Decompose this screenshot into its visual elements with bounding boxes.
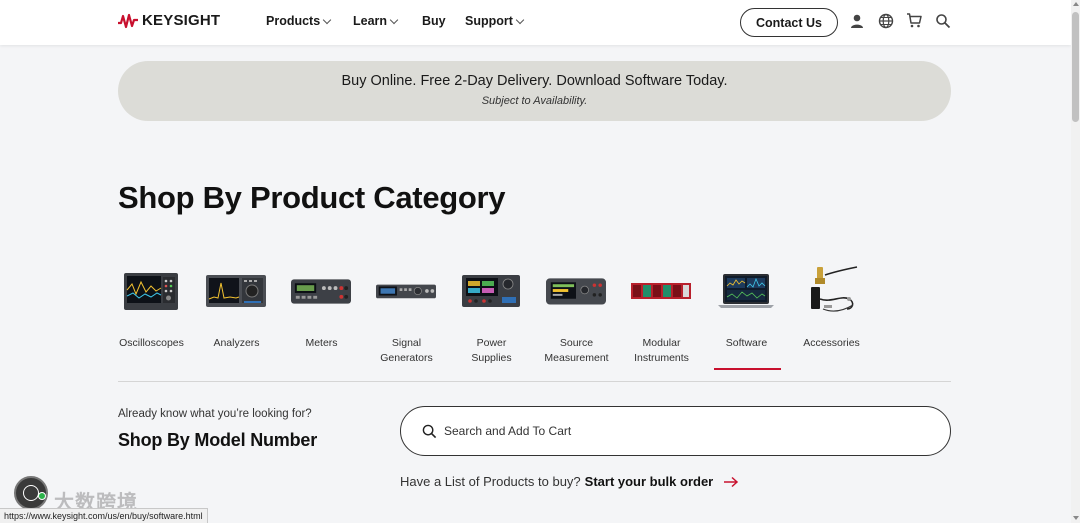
chevron-down-icon — [322, 15, 332, 24]
contact-us-button[interactable]: Contact Us — [740, 8, 838, 37]
category-label: Modular Instruments — [634, 337, 689, 364]
cart-icon[interactable] — [906, 12, 922, 28]
category-analyzers[interactable]: Analyzers — [194, 262, 279, 372]
bulk-order-row: Have a List of Products to buy? Start yo… — [400, 474, 739, 489]
accessories-image — [801, 266, 861, 316]
page-scrollbar[interactable] — [1071, 0, 1080, 523]
accessibility-icon — [23, 485, 39, 501]
analyzer-image — [206, 266, 266, 316]
software-laptop-image — [716, 266, 776, 316]
modular-instrument-image — [631, 266, 691, 316]
site-header: KEYSIGHT Products Learn Buy Support Cont… — [0, 0, 1071, 45]
category-label: Signal Generators — [380, 337, 433, 364]
page-title: Shop By Product Category — [118, 180, 506, 215]
nav-buy[interactable]: Buy — [422, 14, 446, 28]
chevron-down-icon — [389, 15, 399, 24]
nav-support[interactable]: Support — [465, 14, 525, 28]
bulk-order-link[interactable]: Start your bulk order — [585, 474, 714, 489]
keysight-logo[interactable]: KEYSIGHT — [118, 12, 220, 29]
category-label: Source Measurement — [544, 337, 609, 364]
scroll-thumb[interactable] — [1072, 12, 1079, 122]
scroll-down-arrow-icon[interactable] — [1073, 516, 1079, 520]
category-list: Oscilloscopes Analyzers Meters Signal Ge… — [109, 262, 959, 372]
category-power-supplies[interactable]: Power Supplies — [449, 262, 534, 372]
nav-learn[interactable]: Learn — [353, 14, 399, 28]
main-nav: Products Learn Buy Support — [266, 14, 525, 28]
model-search-input[interactable] — [444, 422, 924, 440]
category-source-measurement[interactable]: Source Measurement — [534, 262, 619, 372]
section-divider — [118, 381, 951, 382]
power-supply-image — [461, 266, 521, 316]
nav-buy-label: Buy — [422, 14, 446, 28]
category-software[interactable]: Software — [704, 262, 789, 372]
nav-support-label: Support — [465, 14, 513, 28]
category-label: Power Supplies — [471, 337, 512, 364]
category-meters[interactable]: Meters — [279, 262, 364, 372]
category-label: Analyzers — [213, 337, 260, 349]
category-label: Meters — [305, 337, 338, 349]
category-signal-generators[interactable]: Signal Generators — [364, 262, 449, 372]
selected-category-indicator — [714, 368, 781, 370]
banner-subtext: Subject to Availability. — [481, 95, 588, 107]
logo-text: KEYSIGHT — [142, 12, 221, 29]
arrow-right-icon[interactable] — [723, 476, 739, 488]
category-label: Oscilloscopes — [119, 337, 184, 349]
bulk-order-text: Have a List of Products to buy? — [400, 474, 581, 489]
nav-products-label: Products — [266, 14, 321, 28]
signal-generator-image — [376, 266, 436, 316]
browser-status-url: https://www.keysight.com/us/en/buy/softw… — [0, 508, 208, 523]
category-label: Software — [725, 337, 768, 349]
status-dot — [38, 492, 46, 500]
source-measurement-image — [546, 266, 606, 316]
keysight-wave-icon — [118, 13, 138, 28]
globe-icon[interactable] — [878, 13, 894, 29]
meter-image — [291, 266, 351, 316]
nav-products[interactable]: Products — [266, 14, 332, 28]
banner-headline: Buy Online. Free 2-Day Delivery. Downloa… — [341, 73, 728, 89]
user-icon[interactable] — [849, 13, 865, 29]
nav-learn-label: Learn — [353, 14, 388, 28]
already-know-text: Already know what you’re looking for? — [118, 408, 312, 420]
search-icon[interactable] — [935, 13, 951, 29]
oscilloscope-image — [121, 266, 181, 316]
category-label: Accessories — [803, 337, 860, 349]
promo-banner: Buy Online. Free 2-Day Delivery. Downloa… — [118, 61, 951, 121]
chevron-down-icon — [515, 15, 525, 24]
shop-by-model-title: Shop By Model Number — [118, 430, 318, 450]
category-accessories[interactable]: Accessories — [789, 262, 874, 372]
category-oscilloscopes[interactable]: Oscilloscopes — [109, 262, 194, 372]
search-icon — [422, 424, 437, 439]
category-modular-instruments[interactable]: Modular Instruments — [619, 262, 704, 372]
scroll-up-arrow-icon[interactable] — [1073, 2, 1079, 6]
model-search-box[interactable] — [400, 406, 951, 456]
